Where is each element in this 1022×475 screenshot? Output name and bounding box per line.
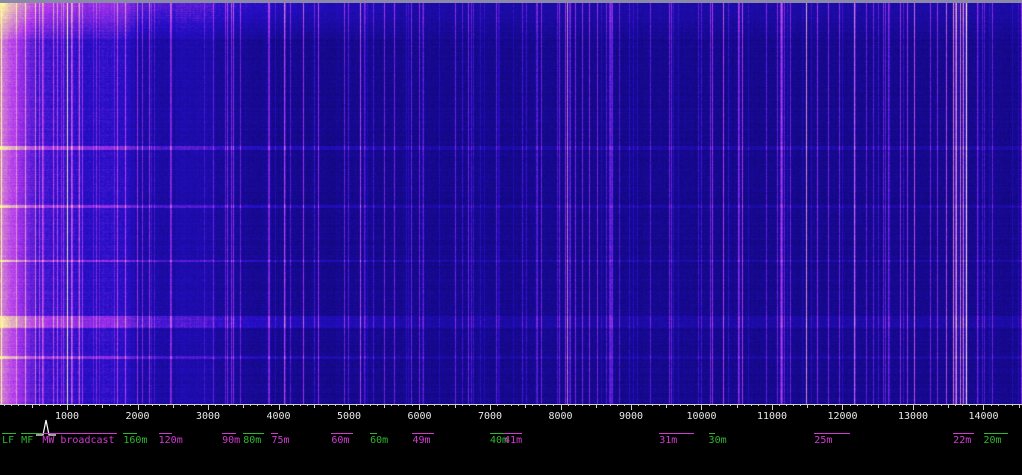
- band-label: 80m: [243, 435, 262, 446]
- band-label-bar: LF MF MW broadcast 160m 120m 90m 80m 75m 60m 60m 4…: [0, 428, 1022, 458]
- band-range-line: [222, 433, 237, 434]
- band-range-line: [2, 433, 17, 434]
- band-41m[interactable]: 41m: [504, 428, 522, 458]
- band-label: 160m: [123, 435, 148, 446]
- band-label: 31m: [659, 435, 678, 446]
- band-120m[interactable]: 120m: [158, 428, 183, 458]
- band-mf[interactable]: MF: [21, 428, 43, 458]
- band-range-line: [983, 433, 1009, 434]
- scale-tick-label: 11000: [757, 411, 787, 422]
- band-range-line: [814, 433, 850, 434]
- scale-tick-label: 14000: [968, 411, 998, 422]
- scale-tick-label: 7000: [478, 411, 502, 422]
- band-range-line: [490, 433, 505, 434]
- scale-tick-label: 4000: [266, 411, 290, 422]
- waterfall-display[interactable]: [0, 0, 1022, 404]
- scale-tick-label: 8000: [548, 411, 572, 422]
- band-range-line: [42, 433, 118, 434]
- band-label: 25m: [814, 435, 833, 446]
- frequency-scale[interactable]: 1000 2000 3000 4000 5000 6000 7000 8000 9000 1000…: [0, 404, 1022, 426]
- scale-tick-label: 3000: [196, 411, 220, 422]
- band-label: MF: [21, 435, 34, 446]
- band-22m[interactable]: 22m: [953, 428, 975, 458]
- band-label: 20m: [983, 435, 1002, 446]
- band-label: 30m: [708, 435, 727, 446]
- band-160m[interactable]: 160m: [123, 428, 147, 458]
- band-90m[interactable]: 90m: [222, 428, 240, 458]
- band-range-line: [412, 433, 434, 434]
- band-20m[interactable]: 20m: [983, 428, 1009, 458]
- band-label: 49m: [412, 435, 431, 446]
- waterfall-top-border: [0, 0, 1022, 3]
- scale-tick-label: 10000: [686, 411, 716, 422]
- band-60m-ham[interactable]: 60m: [370, 428, 388, 458]
- band-75m[interactable]: 75m: [271, 428, 290, 458]
- band-range-line: [243, 433, 265, 434]
- band-25m[interactable]: 25m: [814, 428, 850, 458]
- band-80m[interactable]: 80m: [243, 428, 265, 458]
- band-label: 22m: [953, 435, 972, 446]
- band-label: MW broadcast: [42, 435, 115, 446]
- websdr-waterfall-view: 1000 2000 3000 4000 5000 6000 7000 8000 9000 1000…: [0, 0, 1022, 475]
- band-30m[interactable]: 30m: [708, 428, 727, 458]
- scale-tick-label: 13000: [898, 411, 928, 422]
- band-label: 75m: [271, 435, 290, 446]
- band-range-line: [504, 433, 522, 434]
- band-label: 90m: [222, 435, 241, 446]
- band-label: 60m: [370, 435, 389, 446]
- scale-tick-label: 6000: [407, 411, 431, 422]
- scale-tick-label: 5000: [337, 411, 361, 422]
- band-range-line: [158, 433, 173, 434]
- band-label: 41m: [504, 435, 523, 446]
- band-lf[interactable]: LF: [2, 428, 17, 458]
- band-label: 120m: [158, 435, 183, 446]
- scale-tick-label: 12000: [827, 411, 857, 422]
- band-label: 60m: [331, 435, 350, 446]
- band-range-line: [271, 433, 279, 434]
- band-label: LF: [2, 435, 15, 446]
- band-60m[interactable]: 60m: [331, 428, 354, 458]
- band-range-line: [21, 433, 43, 434]
- band-range-line: [659, 433, 695, 434]
- band-range-line: [708, 433, 715, 434]
- band-40m[interactable]: 40m: [490, 428, 508, 458]
- band-range-line: [370, 433, 378, 434]
- band-range-line: [953, 433, 975, 434]
- scale-tick-label: 1000: [55, 411, 79, 422]
- band-49m[interactable]: 49m: [412, 428, 434, 458]
- band-range-line: [331, 433, 354, 434]
- band-range-line: [123, 433, 138, 434]
- scale-tick-label: 2000: [125, 411, 149, 422]
- scale-tick-label: 9000: [619, 411, 643, 422]
- band-31m[interactable]: 31m: [659, 428, 695, 458]
- band-mw[interactable]: MW broadcast: [42, 428, 118, 458]
